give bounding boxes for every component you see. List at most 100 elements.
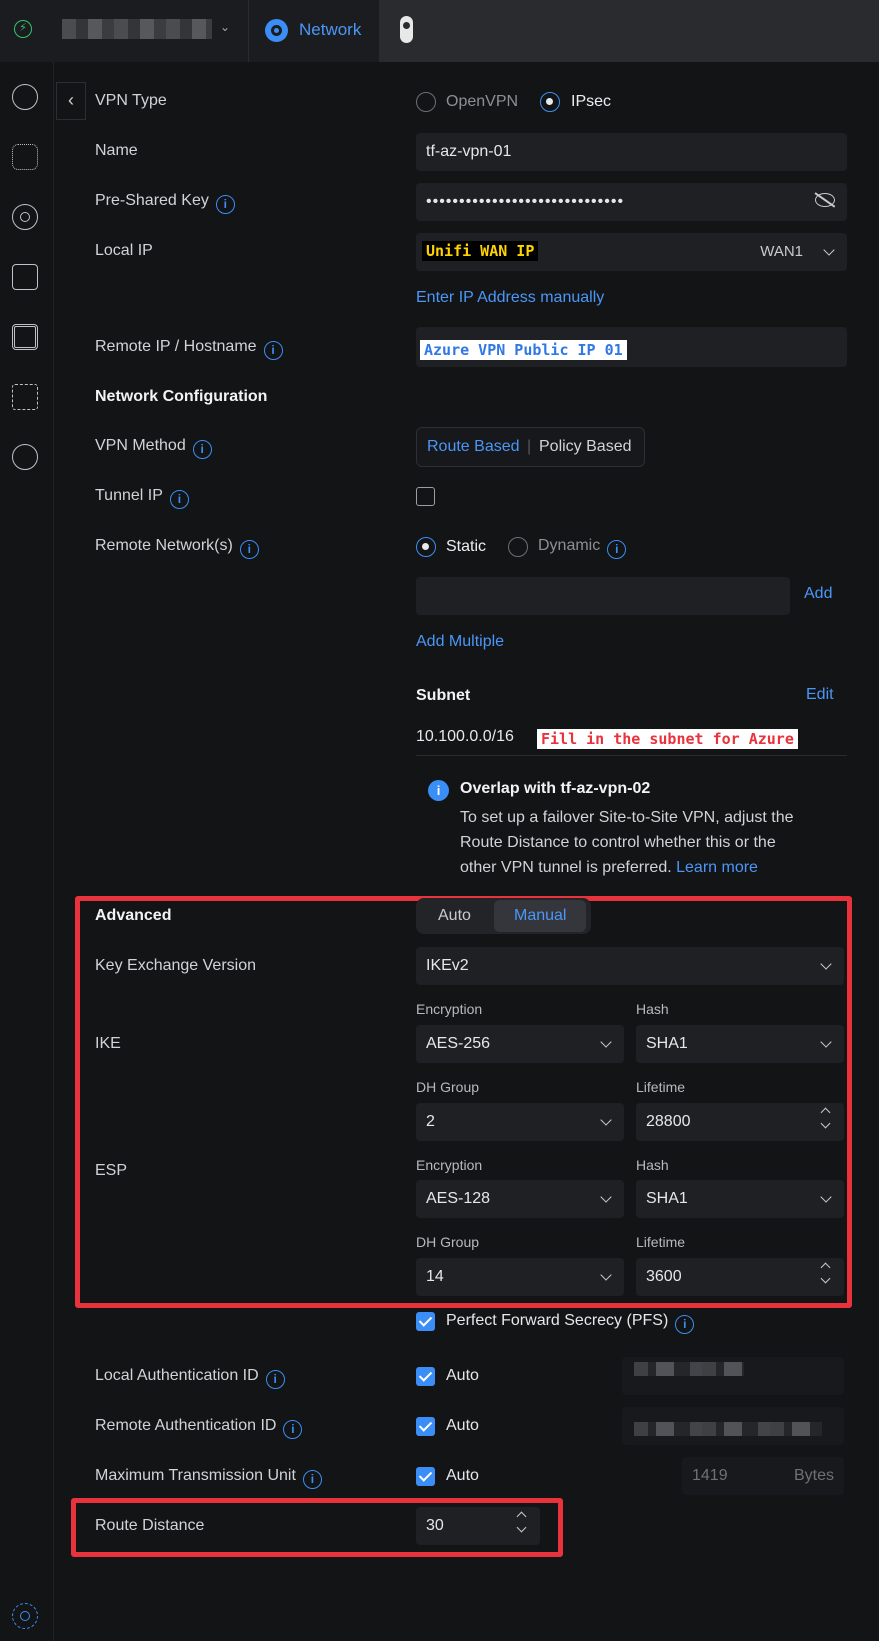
advanced-mode-toggle: Auto Manual bbox=[416, 898, 591, 934]
ike-lifetime-value: 28800 bbox=[646, 1113, 691, 1130]
esp-dh-value: 14 bbox=[426, 1268, 444, 1285]
lightning-icon[interactable]: ⚡ bbox=[14, 20, 32, 38]
learn-more-link[interactable]: Learn more bbox=[676, 859, 758, 876]
topology-icon[interactable] bbox=[12, 144, 38, 170]
info-icon[interactable]: i bbox=[265, 1370, 285, 1389]
esp-enc-label: Encryption bbox=[416, 1157, 483, 1173]
add-multiple-link[interactable]: Add Multiple bbox=[416, 633, 504, 651]
chevron-down-icon[interactable]: ⌄ bbox=[220, 20, 230, 34]
settings-gear-icon[interactable] bbox=[12, 1603, 38, 1629]
stepper-icon[interactable] bbox=[516, 1509, 526, 1535]
local-auth-auto-checkbox[interactable] bbox=[416, 1367, 435, 1386]
ike-encryption-select[interactable]: AES-256 bbox=[416, 1025, 624, 1063]
devices-icon[interactable] bbox=[12, 204, 38, 230]
tab-network[interactable]: Network bbox=[249, 0, 379, 62]
ike-dh-select[interactable]: 2 bbox=[416, 1103, 624, 1141]
ike-lifetime-input[interactable]: 28800 bbox=[636, 1103, 844, 1141]
info-icon[interactable]: i bbox=[675, 1315, 695, 1334]
collapse-panel-button[interactable]: ‹ bbox=[56, 82, 86, 120]
chevron-down-icon bbox=[820, 1191, 832, 1203]
notice-line: other VPN tunnel is preferred. bbox=[460, 859, 672, 876]
mode-auto[interactable]: Auto bbox=[438, 907, 471, 925]
info-icon[interactable]: i bbox=[607, 540, 627, 559]
esp-lifetime-input[interactable]: 3600 bbox=[636, 1258, 844, 1296]
pfs-checkbox[interactable] bbox=[416, 1312, 435, 1331]
stepper-icon[interactable] bbox=[820, 1105, 830, 1131]
name-input[interactable]: tf-az-vpn-01 bbox=[416, 133, 847, 171]
site-selector-redacted[interactable] bbox=[62, 19, 212, 39]
info-icon[interactable]: i bbox=[215, 195, 235, 214]
eye-off-icon[interactable] bbox=[814, 192, 836, 208]
info-icon[interactable]: i bbox=[169, 490, 189, 509]
subnet-heading: Subnet bbox=[416, 687, 471, 704]
info-icon[interactable]: i bbox=[283, 1420, 303, 1439]
vpn-type-label: VPN Type bbox=[95, 92, 167, 109]
esp-hash-select[interactable]: SHA1 bbox=[636, 1180, 844, 1218]
network-config-heading: Network Configuration bbox=[95, 388, 268, 405]
tunnel-ip-checkbox[interactable] bbox=[416, 487, 435, 506]
esp-hash-label: Hash bbox=[636, 1157, 669, 1173]
remote-ip-label: Remote IP / Hostname i bbox=[95, 338, 283, 360]
info-icon[interactable]: i bbox=[239, 540, 259, 559]
ike-dh-value: 2 bbox=[426, 1113, 435, 1130]
mode-manual[interactable]: Manual bbox=[514, 907, 566, 925]
psk-input[interactable]: •••••••••••••••••••••••••••••• bbox=[416, 183, 847, 221]
local-ip-select[interactable]: Unifi WAN IP WAN1 bbox=[416, 233, 847, 271]
enter-ip-manually-link[interactable]: Enter IP Address manually bbox=[416, 289, 604, 307]
network-app-icon bbox=[265, 19, 288, 42]
route-distance-input[interactable]: 30 bbox=[416, 1507, 540, 1545]
psk-label: Pre-Shared Key i bbox=[95, 192, 235, 214]
route-based-option[interactable]: Route Based bbox=[427, 438, 520, 456]
chevron-down-icon bbox=[820, 1036, 832, 1048]
radio-dynamic-label: Dynamic i bbox=[538, 537, 627, 559]
local-auth-input[interactable] bbox=[622, 1357, 844, 1395]
advanced-label: Advanced bbox=[95, 907, 172, 924]
esp-lifetime-value: 3600 bbox=[646, 1268, 682, 1285]
ike-lifetime-label: Lifetime bbox=[636, 1079, 686, 1095]
radio-ipsec[interactable] bbox=[540, 92, 560, 112]
top-bar: ⚡ ⌄ Network bbox=[0, 0, 879, 62]
policy-based-option[interactable]: Policy Based bbox=[539, 438, 632, 456]
pfs-label: Perfect Forward Secrecy (PFS) i bbox=[446, 1312, 695, 1334]
clients-icon[interactable] bbox=[12, 264, 38, 290]
ike-enc-label: Encryption bbox=[416, 1001, 483, 1017]
remote-auth-auto-checkbox[interactable] bbox=[416, 1417, 435, 1436]
redacted-value bbox=[634, 1422, 822, 1436]
stepper-icon[interactable] bbox=[820, 1260, 830, 1286]
esp-encryption-select[interactable]: AES-128 bbox=[416, 1180, 624, 1218]
camera-icon bbox=[400, 16, 413, 43]
radio-static[interactable] bbox=[416, 537, 436, 557]
chevron-down-icon bbox=[600, 1114, 612, 1126]
ike-hash-value: SHA1 bbox=[646, 1035, 688, 1052]
remote-ip-input[interactable]: Azure VPN Public IP 01 bbox=[416, 327, 847, 367]
esp-dh-select[interactable]: 14 bbox=[416, 1258, 624, 1296]
mtu-auto-checkbox[interactable] bbox=[416, 1467, 435, 1486]
ike-enc-value: AES-256 bbox=[426, 1035, 491, 1052]
local-auth-label: Local Authentication ID i bbox=[95, 1367, 285, 1389]
mtu-input[interactable]: 1419 Bytes bbox=[682, 1457, 844, 1495]
remote-network-input[interactable] bbox=[416, 577, 790, 615]
statistics-icon[interactable] bbox=[12, 324, 38, 350]
ike-hash-select[interactable]: SHA1 bbox=[636, 1025, 844, 1063]
name-label: Name bbox=[95, 142, 138, 159]
insights-icon[interactable] bbox=[12, 444, 38, 470]
tab-protect[interactable] bbox=[379, 0, 879, 62]
radio-dynamic[interactable] bbox=[508, 537, 528, 557]
info-icon[interactable]: i bbox=[263, 341, 283, 360]
mtu-label: Maximum Transmission Unit i bbox=[95, 1467, 322, 1489]
add-button[interactable]: Add bbox=[804, 585, 832, 603]
info-icon[interactable]: i bbox=[192, 440, 212, 459]
kex-select[interactable]: IKEv2 bbox=[416, 947, 844, 985]
radio-openvpn[interactable] bbox=[416, 92, 436, 112]
psk-value: •••••••••••••••••••••••••••••• bbox=[426, 193, 625, 210]
route-distance-label: Route Distance bbox=[95, 1517, 205, 1534]
edit-subnet-link[interactable]: Edit bbox=[806, 686, 834, 704]
dashboard-icon[interactable] bbox=[12, 84, 38, 110]
local-ip-label: Local IP bbox=[95, 242, 153, 259]
route-distance-value: 30 bbox=[426, 1517, 444, 1534]
remote-auth-input[interactable] bbox=[622, 1407, 844, 1445]
remote-networks-label: Remote Network(s) i bbox=[95, 537, 259, 559]
left-nav bbox=[0, 62, 54, 1641]
traffic-icon[interactable] bbox=[12, 384, 38, 410]
info-icon[interactable]: i bbox=[302, 1470, 322, 1489]
